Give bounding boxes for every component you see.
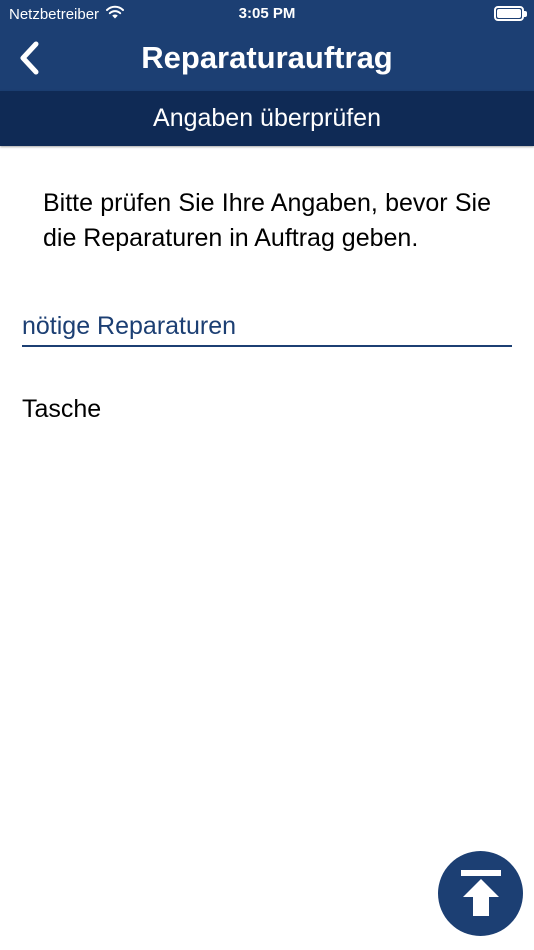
status-bar: Netzbetreiber 3:05 PM	[0, 0, 534, 28]
clock: 3:05 PM	[238, 5, 296, 22]
chevron-left-icon	[20, 41, 39, 75]
section-title-repairs: nötige Reparaturen	[22, 312, 512, 347]
navigation-bar: Reparaturauftrag	[0, 28, 534, 91]
step-subheader: Angaben überprüfen	[0, 91, 534, 146]
review-instructions: Bitte prüfen Sie Ihre Angaben, bevor Sie…	[43, 189, 491, 252]
header: Netzbetreiber 3:05 PM Reparaturauftrag	[0, 0, 534, 91]
battery-icon	[494, 6, 527, 21]
page-title: Reparaturauftrag	[141, 40, 393, 75]
scroll-to-top-icon	[460, 869, 501, 916]
back-button[interactable]	[12, 38, 46, 78]
list-item: Tasche	[22, 395, 102, 423]
scroll-to-top-button[interactable]	[438, 851, 523, 936]
